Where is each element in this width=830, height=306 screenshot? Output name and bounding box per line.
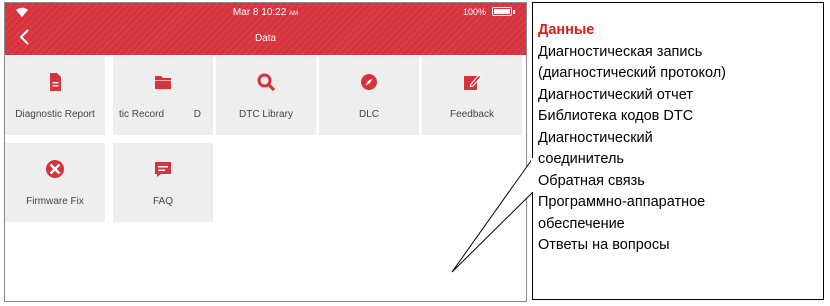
callout-line: Диагностическая запись bbox=[538, 43, 703, 60]
page-title: Data bbox=[254, 33, 277, 44]
callout-line: Библиотека кодов DTC bbox=[538, 108, 694, 124]
tile-label: Feedback bbox=[450, 109, 494, 120]
battery-percent: 100% bbox=[462, 7, 486, 17]
tile-feedback[interactable]: Feedback bbox=[422, 56, 522, 135]
chat-icon bbox=[155, 162, 171, 177]
document-icon bbox=[50, 73, 61, 91]
tile-label: DTC Library bbox=[239, 109, 293, 120]
callout-heading: Данные bbox=[538, 22, 595, 38]
compass-icon bbox=[361, 74, 377, 90]
callout-text: Данные Диагностическая запись (диагности… bbox=[538, 20, 818, 257]
tile-dtc-library[interactable]: DTC Library bbox=[216, 56, 316, 135]
tile-label: Diagnostic Report bbox=[15, 109, 95, 120]
battery-nub bbox=[513, 10, 515, 14]
clock-time: Mar 8 10:22 bbox=[232, 7, 287, 18]
callout-line: соединитель bbox=[538, 151, 624, 167]
tile-faq[interactable]: FAQ bbox=[113, 143, 213, 222]
callout-line: (диагностический протокол) bbox=[538, 65, 726, 81]
tablet-screen: Mar 8 10:22 AM 100% Data Diagnostic Repo… bbox=[4, 2, 527, 302]
callout-line: Диагностический bbox=[538, 129, 653, 146]
callout-line: Ответы на вопросы bbox=[538, 237, 670, 253]
clock-ampm: AM bbox=[289, 11, 299, 17]
tile-label: Firmware Fix bbox=[26, 196, 84, 207]
battery-icon bbox=[492, 7, 512, 16]
tile-firmware-fix[interactable]: Firmware Fix bbox=[5, 143, 105, 222]
tile-label: DLC bbox=[358, 109, 379, 120]
wrench-screwdriver-icon bbox=[46, 160, 64, 178]
status-clock: Mar 8 10:22 AM bbox=[5, 7, 526, 18]
callout-line: Обратная связь bbox=[538, 172, 645, 189]
tile-dlc[interactable]: DLC bbox=[319, 56, 419, 135]
header-bar: Mar 8 10:22 AM 100% Data bbox=[5, 3, 526, 55]
tile-diagnostic-report[interactable]: Diagnostic Report bbox=[5, 56, 105, 135]
callout-line: обеспечение bbox=[538, 215, 625, 232]
callout-line: Программно-аппаратное bbox=[538, 194, 706, 210]
magnifier-icon bbox=[257, 73, 276, 92]
edit-icon bbox=[464, 74, 482, 90]
tile-diagnostic-record[interactable]: tic Record D bbox=[113, 56, 213, 135]
tile-label-fragment: D bbox=[193, 109, 201, 120]
callout-line: Диагностический отчет bbox=[538, 86, 693, 103]
folder-icon bbox=[155, 76, 171, 89]
tile-label: FAQ bbox=[152, 196, 173, 207]
